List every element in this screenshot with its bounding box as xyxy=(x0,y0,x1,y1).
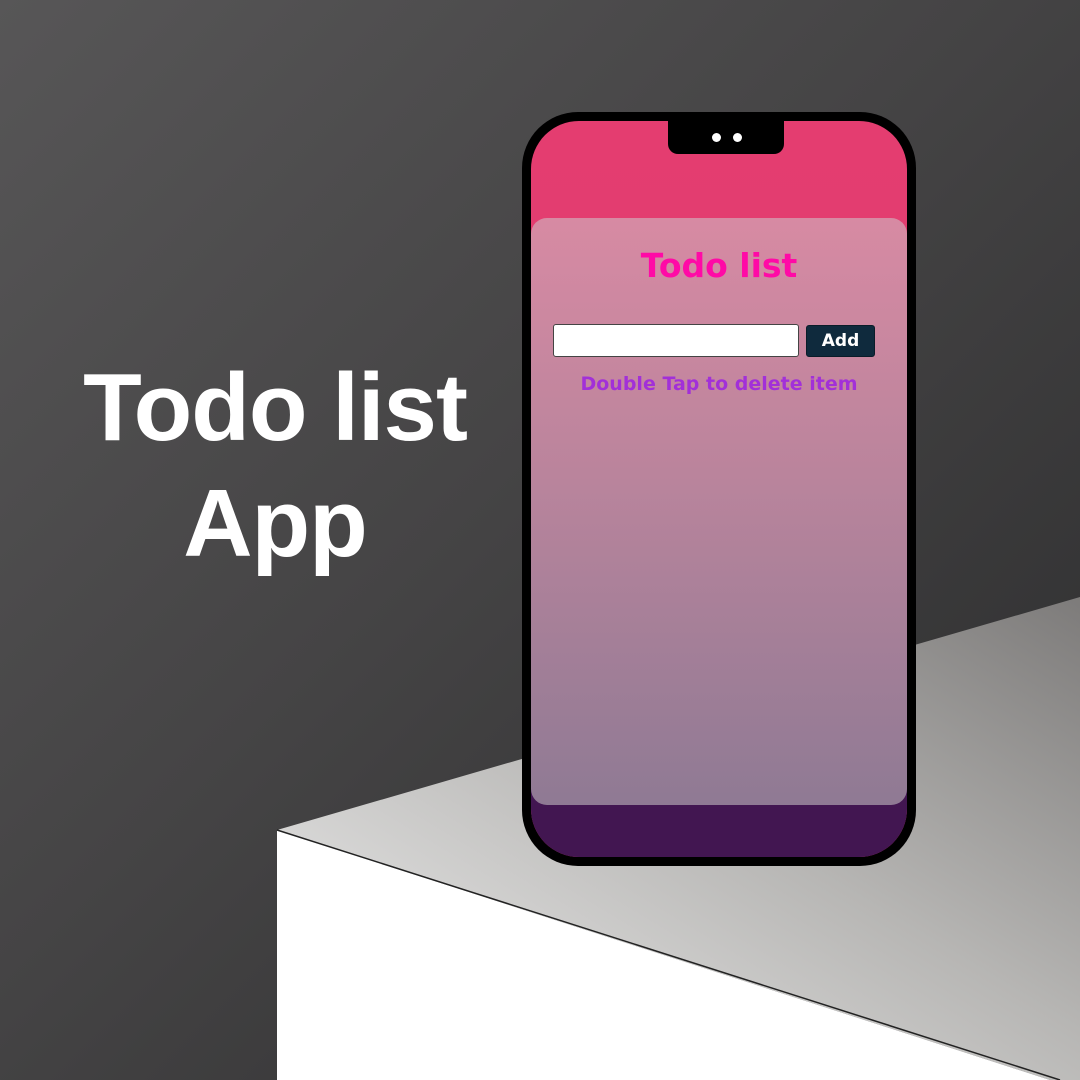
app-title: Todo list xyxy=(640,246,798,285)
camera-dot-icon xyxy=(712,133,721,142)
promo-headline-line1: Todo list xyxy=(83,354,468,461)
promo-headline: Todo list App xyxy=(40,350,510,582)
delete-hint: Double Tap to delete item xyxy=(580,373,858,395)
add-button[interactable]: Add xyxy=(806,325,875,357)
phone-notch-icon xyxy=(668,121,784,154)
todo-card: Todo list Add Double Tap to delete item xyxy=(531,218,907,805)
phone-screen: Todo list Add Double Tap to delete item xyxy=(531,121,907,857)
sensor-dot-icon xyxy=(733,133,742,142)
todo-input[interactable] xyxy=(553,324,799,357)
promo-headline-line2: App xyxy=(183,470,368,577)
phone-mockup: Todo list Add Double Tap to delete item xyxy=(522,112,916,866)
